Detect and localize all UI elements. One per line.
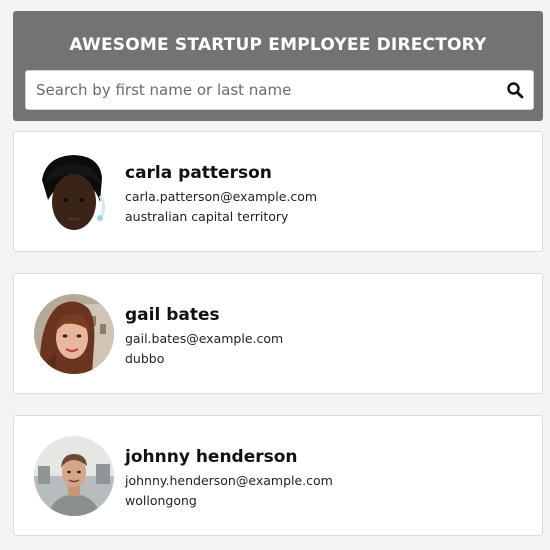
- avatar: [34, 436, 114, 516]
- employee-card[interactable]: carla patterson carla.patterson@example.…: [13, 131, 543, 252]
- employee-card[interactable]: johnny henderson johnny.henderson@exampl…: [13, 415, 543, 536]
- search-icon[interactable]: [506, 81, 524, 99]
- directory-header: AWESOME STARTUP EMPLOYEE DIRECTORY: [13, 11, 543, 121]
- employee-location: australian capital territory: [125, 209, 289, 224]
- employee-name[interactable]: carla patterson: [125, 163, 272, 183]
- search-box: [25, 70, 534, 110]
- search-input[interactable]: [26, 71, 533, 109]
- employee-name[interactable]: johnny henderson: [125, 447, 298, 467]
- employee-email: gail.bates@example.com: [125, 331, 284, 346]
- employee-card[interactable]: gail bates gail.bates@example.com dubbo: [13, 273, 543, 394]
- avatar: [34, 294, 114, 374]
- employee-photo: [34, 152, 114, 232]
- page-title: AWESOME STARTUP EMPLOYEE DIRECTORY: [69, 35, 487, 55]
- employee-photo: [34, 294, 114, 374]
- employee-email: carla.patterson@example.com: [125, 189, 318, 204]
- employee-name[interactable]: gail bates: [125, 305, 220, 325]
- avatar: [34, 152, 114, 232]
- employee-location: dubbo: [125, 351, 165, 366]
- employee-location: wollongong: [125, 493, 197, 508]
- employee-email: johnny.henderson@example.com: [125, 473, 333, 488]
- employee-photo: [34, 436, 114, 516]
